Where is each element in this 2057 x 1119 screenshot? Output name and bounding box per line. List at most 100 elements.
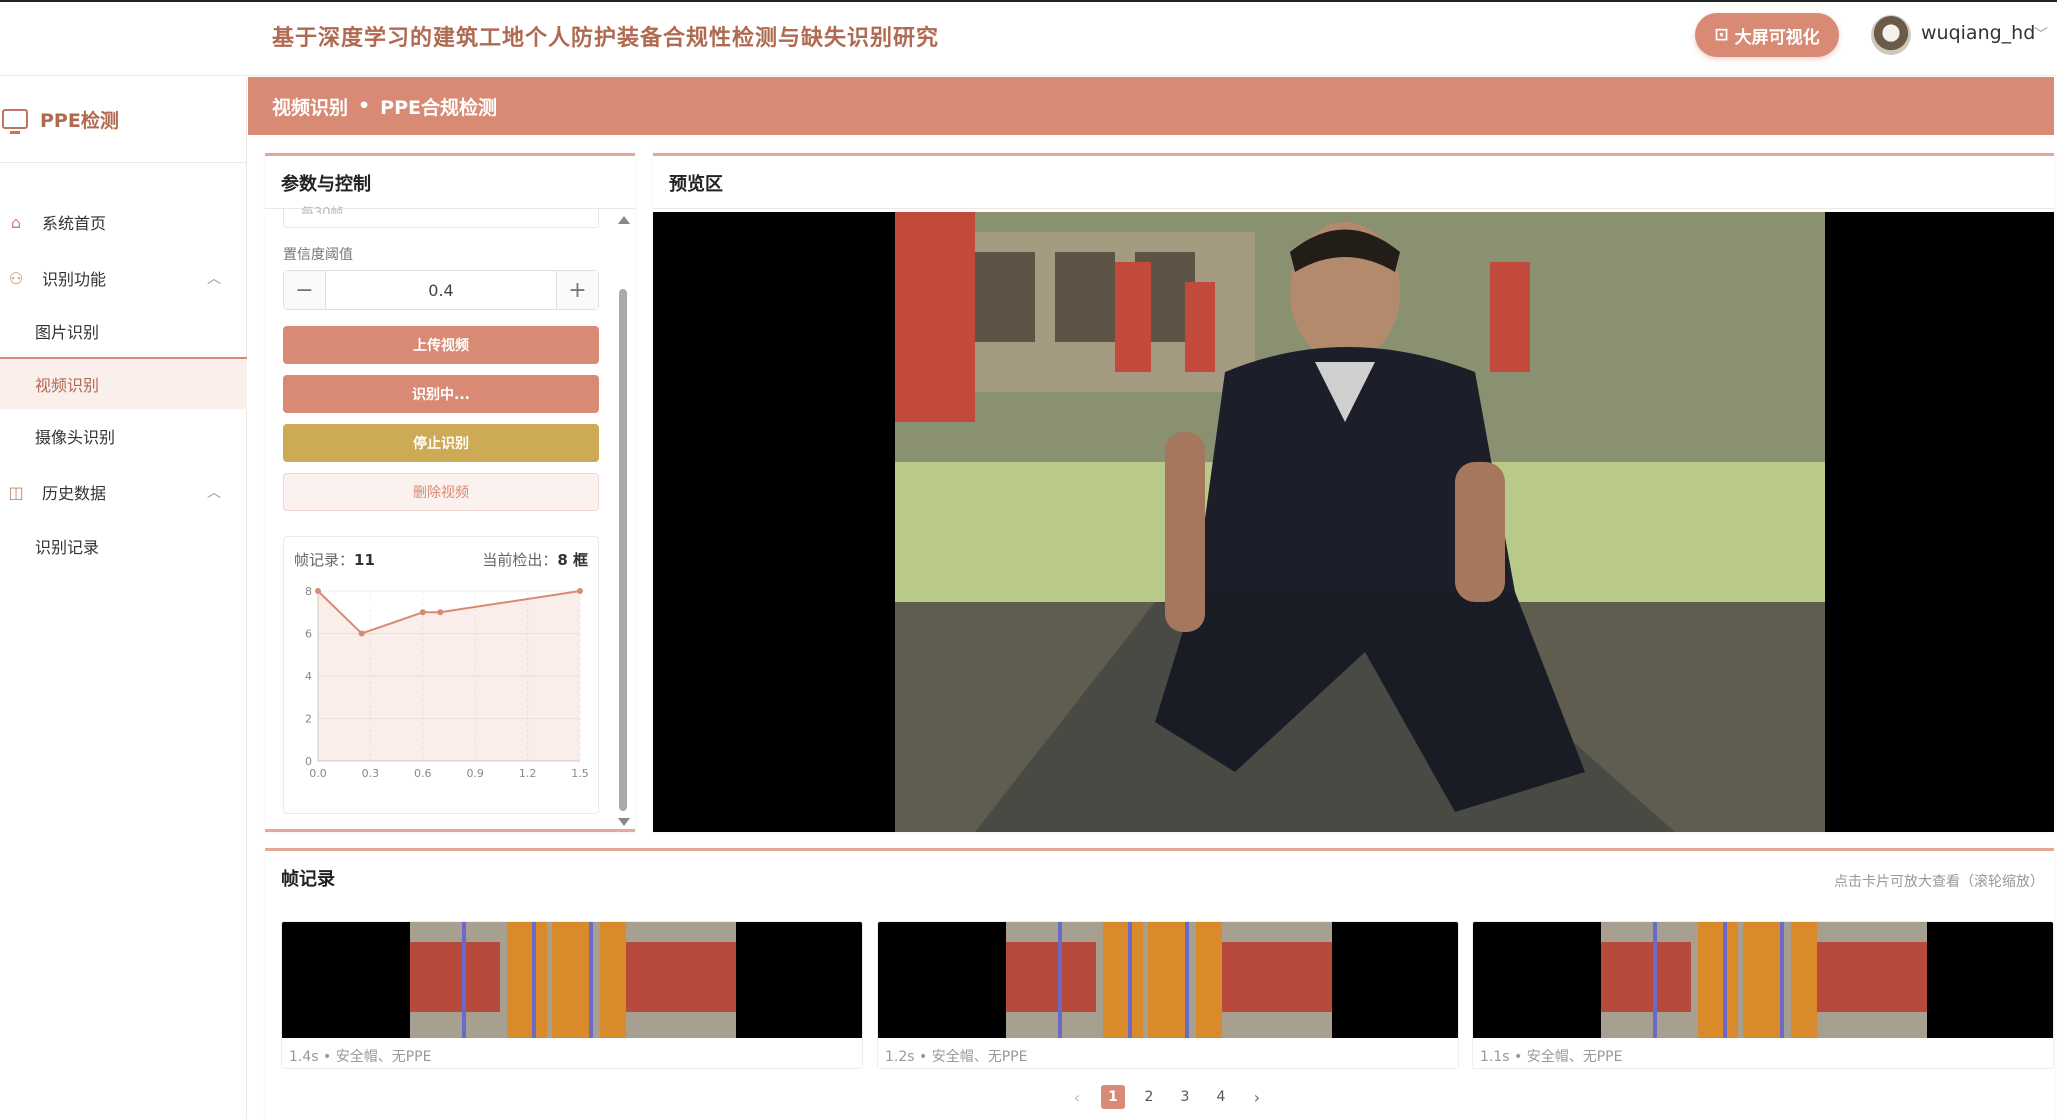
current-detections-label: 当前检出： [482,551,558,569]
breadcrumb-part2: PPE合规检测 [380,96,498,119]
panel-title: 参数与控制 [281,174,371,195]
page-4[interactable]: 4 [1209,1085,1233,1109]
scroll-down-arrow[interactable] [618,818,630,826]
sidebar-brand: PPE检测 [0,99,119,139]
conf-stepper: − 0.4 + [283,270,599,310]
monitor-icon: ⊡ [1714,25,1729,45]
stop-recognition-button[interactable]: 停止识别 [283,424,599,462]
scroll-up-arrow[interactable] [618,216,630,224]
sidebar-item-label: 图片识别 [35,323,100,342]
panel-title: 帧记录 [281,869,335,890]
x-tick-label: 0.9 [466,767,484,780]
data-point [358,630,365,637]
series-area [318,591,580,761]
home-icon: ⌂ [10,212,22,232]
y-tick-label: 8 [305,585,312,598]
data-point [577,588,583,594]
breadcrumb: 视频识别 • PPE合规检测 [248,77,2054,135]
params-panel: 参数与控制 每30帧 置信度阈值 − 0.4 + 上传视频 识别中... 停止识… [265,153,635,832]
sidebar-item-label: 系统首页 [42,214,107,233]
sample-interval-value: 每30帧 [301,206,344,214]
video-preview[interactable] [653,212,2054,832]
frame-image [1601,922,1927,1038]
sidebar-item-label: 视频识别 [35,376,100,395]
chevron-up-icon: ︿ [207,485,221,501]
frame-image [1006,922,1332,1038]
sidebar-group-recognition[interactable]: ⚇ 识别功能 ︿ [0,252,247,304]
avatar[interactable] [1871,15,1911,55]
frames-hint: 点击卡片可放大查看（滚轮缩放） [1834,874,2044,890]
panel-title: 预览区 [669,174,723,195]
recognizing-button[interactable]: 识别中... [283,375,599,413]
top-bar: 基于深度学习的建筑工地个人防护装备合规性检测与缺失识别研究 ⊡ 大屏可视化 wu… [0,0,2057,76]
sidebar-item-label: 识别记录 [35,538,100,557]
sidebar: PPE检测 ⌂ 系统首页 ⚇ 识别功能 ︿ 图片识别 视频识别 摄像头识别 ◫ … [0,77,247,1119]
page-1[interactable]: 1 [1101,1085,1125,1109]
x-tick-label: 0.3 [362,767,380,780]
y-tick-label: 6 [305,628,312,641]
frames-panel: 帧记录 点击卡片可放大查看（滚轮缩放） 1.4s • 安全帽、无PPE 1.2s… [265,848,2054,1119]
divider [653,208,2054,209]
frame-count-value: 11 [354,551,375,569]
chevron-right-icon[interactable]: › [1245,1085,1269,1109]
scrollbar-thumb[interactable] [619,289,627,811]
sidebar-group-history[interactable]: ◫ 历史数据 ︿ [0,466,247,518]
stats-card: 帧记录：11 当前检出：8 框 0 2 4 6 8 0.0 0.3 0.6 0.9 1.2 1.5 [283,536,599,814]
sidebar-item-records[interactable]: 识别记录 [0,520,247,572]
current-detections-value: 8 框 [557,551,588,569]
frame-caption: 1.2s • 安全帽、无PPE [885,1049,1028,1065]
y-tick-label: 2 [305,713,312,726]
frame-card[interactable]: 1.1s • 安全帽、无PPE [1472,921,2054,1069]
sidebar-item-label: 历史数据 [42,484,107,503]
sidebar-item-image-recognition[interactable]: 图片识别 [0,305,247,357]
video-frame-image [895,212,1825,832]
x-tick-label: 1.2 [519,767,537,780]
frame-count: 帧记录：11 [294,549,375,570]
x-tick-label: 0.6 [414,767,432,780]
username[interactable]: wuqiang_hd [1921,22,2035,44]
big-screen-label: 大屏可视化 [1734,27,1820,48]
frame-thumbnail [878,922,1458,1038]
big-screen-button[interactable]: ⊡ 大屏可视化 [1695,13,1839,57]
breadcrumb-separator: • [358,95,371,117]
frame-image [410,922,736,1038]
upload-video-button[interactable]: 上传视频 [283,326,599,364]
sidebar-item-home[interactable]: ⌂ 系统首页 [0,196,247,248]
data-point [315,588,321,594]
x-tick-label: 0.0 [309,767,327,780]
sidebar-item-camera-recognition[interactable]: 摄像头识别 [0,410,247,462]
detections-line-chart: 024680.0 0.3 0.6 0.9 1.2 1.5 [305,585,589,780]
chevron-down-icon[interactable]: ﹀ [2034,24,2048,44]
divider [0,162,247,163]
brand-label: PPE检测 [40,109,119,132]
camera-icon: ◫ [8,482,24,502]
frame-thumbnail [1473,922,2053,1038]
page-2[interactable]: 2 [1137,1085,1161,1109]
delete-video-button[interactable]: 删除视频 [283,473,599,511]
breadcrumb-part1: 视频识别 [272,96,349,119]
conf-input[interactable]: 0.4 [326,271,556,309]
sidebar-item-label: 摄像头识别 [35,428,116,447]
page-3[interactable]: 3 [1173,1085,1197,1109]
plus-button[interactable]: + [556,271,598,309]
frame-thumbnail [282,922,862,1038]
frame-count-label: 帧记录： [294,551,355,569]
pagination: ‹ 1 2 3 4 › [1065,1085,1269,1109]
frame-caption: 1.1s • 安全帽、无PPE [1480,1049,1623,1065]
y-tick-label: 4 [305,670,312,683]
app-title: 基于深度学习的建筑工地个人防护装备合规性检测与缺失识别研究 [272,26,940,51]
frame-card[interactable]: 1.4s • 安全帽、无PPE [281,921,863,1069]
conf-label: 置信度阈值 [283,247,353,263]
x-tick-label: 1.5 [571,767,589,780]
data-point [419,609,426,616]
monitor-icon [2,109,28,134]
frame-card[interactable]: 1.2s • 安全帽、无PPE [877,921,1459,1069]
sidebar-item-video-recognition[interactable]: 视频识别 [0,357,247,409]
user-icon: ⚇ [8,268,24,288]
scene-illustration [895,212,1825,832]
frame-caption: 1.4s • 安全帽、无PPE [289,1049,432,1065]
data-point [437,609,444,616]
chevron-left-icon[interactable]: ‹ [1065,1085,1089,1109]
minus-button[interactable]: − [284,271,326,309]
sidebar-item-label: 识别功能 [42,270,107,289]
